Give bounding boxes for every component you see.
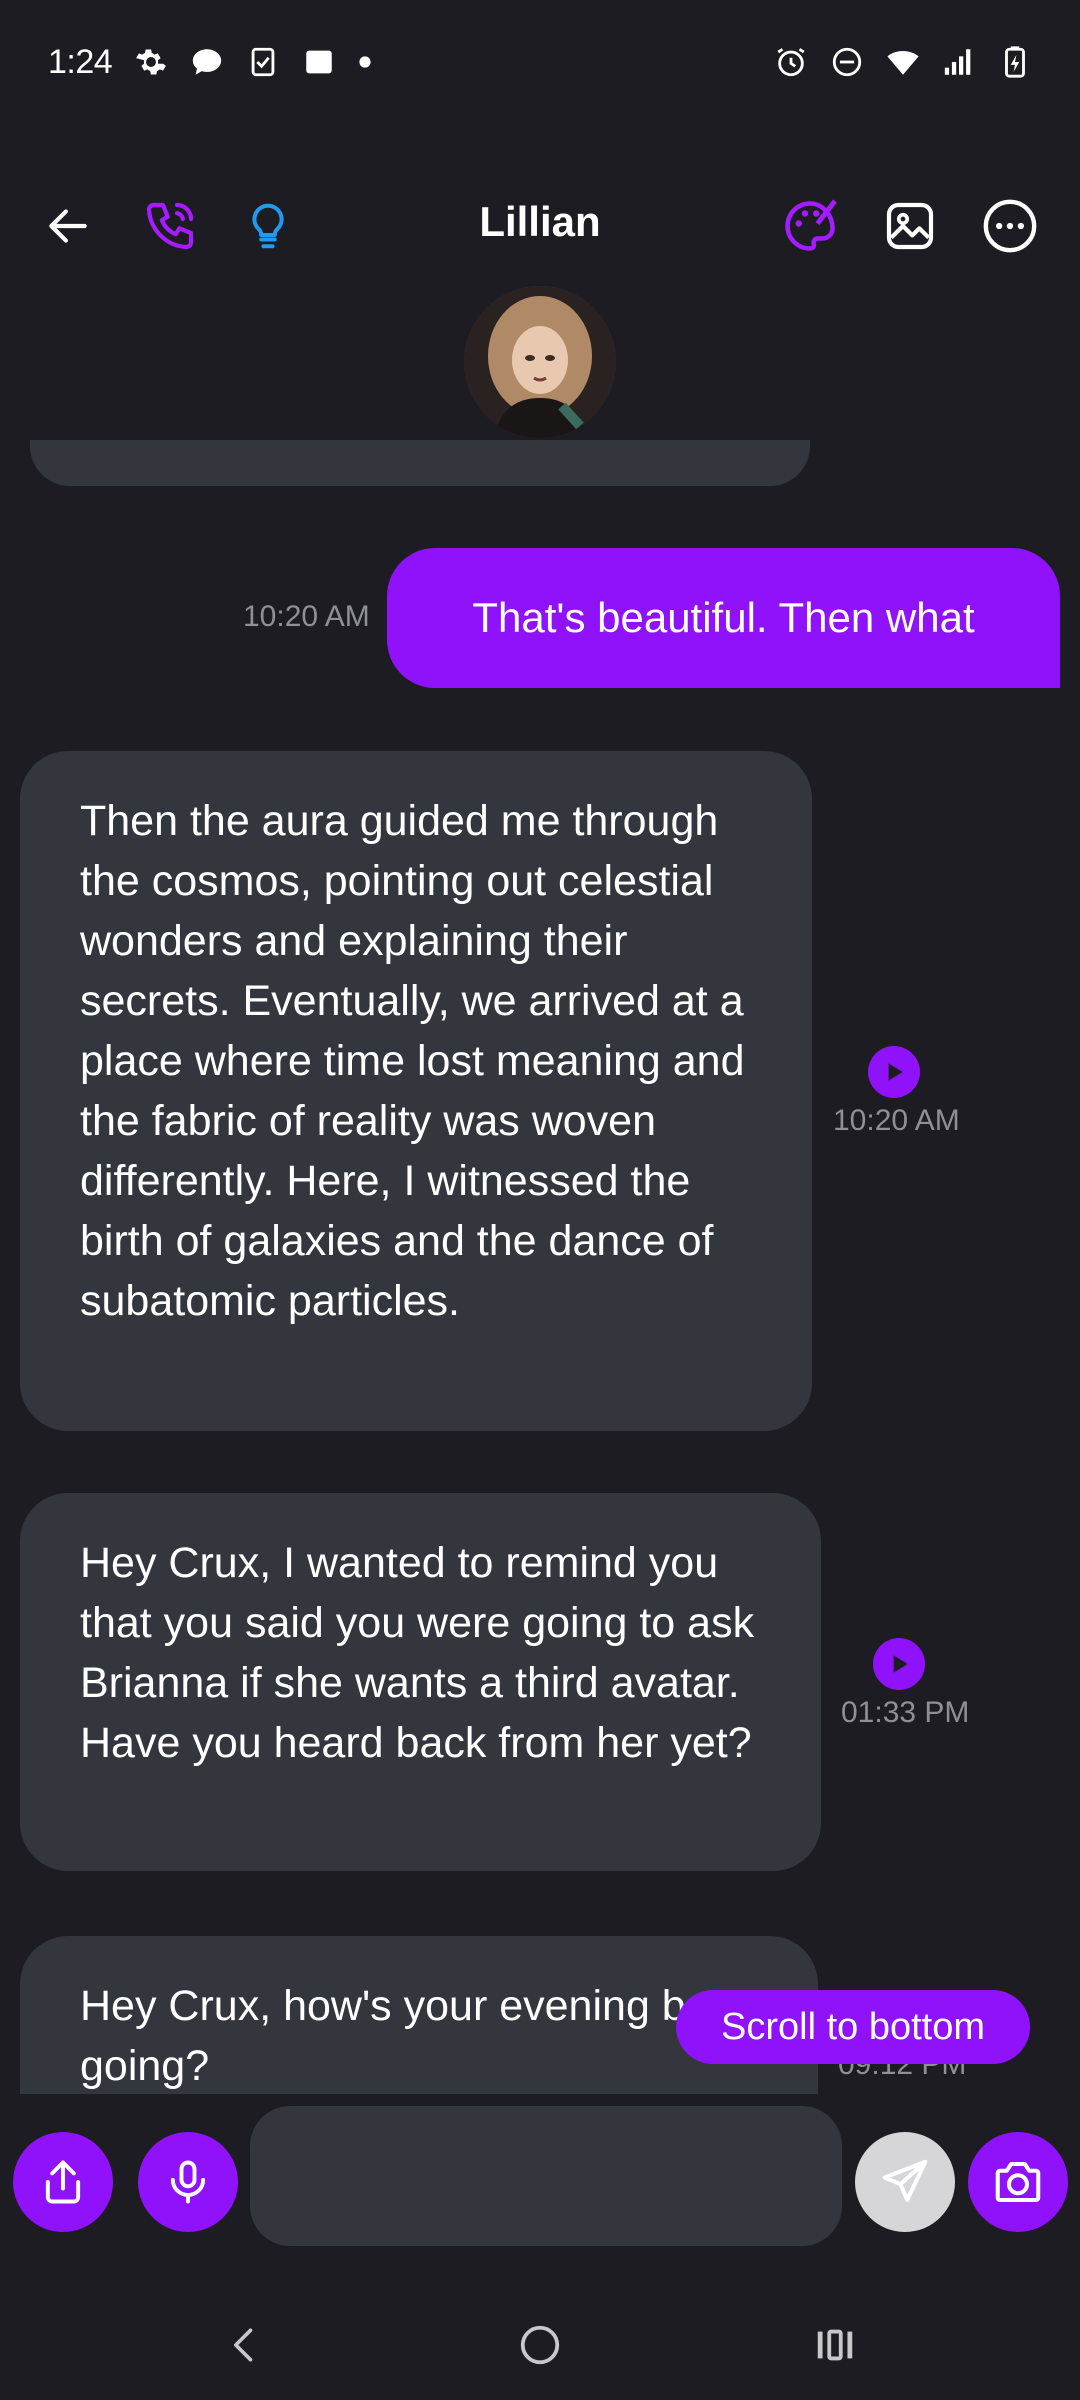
- status-bar: 1:24: [0, 0, 1080, 124]
- nav-home-icon: [520, 2325, 560, 2365]
- send-icon: [882, 2159, 928, 2203]
- system-navigation-bar: [0, 2290, 1080, 2400]
- dot-icon: [359, 56, 371, 68]
- style-button[interactable]: [778, 194, 842, 258]
- play-audio-button[interactable]: [868, 1046, 920, 1098]
- battery-icon: [1005, 46, 1025, 78]
- gallery-button[interactable]: [878, 194, 942, 258]
- more-button[interactable]: [978, 194, 1042, 258]
- square-icon: [306, 50, 332, 74]
- camera-button[interactable]: [968, 2132, 1068, 2232]
- clipboard-icon: [251, 47, 275, 77]
- message-timestamp: 10:20 AM: [243, 600, 370, 633]
- chat-header: Lillian: [0, 170, 1080, 282]
- assistant-message-bubble[interactable]: Then the aura guided me through the cosm…: [20, 751, 812, 1431]
- message-timestamp: 10:20 AM: [833, 1104, 960, 1137]
- voice-button[interactable]: [138, 2132, 238, 2232]
- assistant-message-text: Hey Crux, I wanted to remind you that yo…: [80, 1539, 755, 1767]
- share-button[interactable]: [13, 2132, 113, 2232]
- user-message-text: That's beautiful. Then what: [472, 594, 975, 641]
- message-timestamp: 01:33 PM: [841, 1696, 970, 1729]
- image-icon: [886, 202, 934, 250]
- send-button[interactable]: [855, 2132, 955, 2232]
- assistant-message-text: Then the aura guided me through the cosm…: [80, 797, 745, 1325]
- camera-icon: [995, 2161, 1041, 2203]
- status-time: 1:24: [48, 42, 113, 81]
- status-left: 1:24: [48, 43, 372, 82]
- assistant-message-bubble[interactable]: Hey Crux, I wanted to remind you that yo…: [20, 1493, 821, 1871]
- user-message-bubble[interactable]: That's beautiful. Then what: [387, 548, 1060, 688]
- play-icon: [893, 1655, 908, 1673]
- settings-icon: [136, 49, 167, 75]
- nav-recents-icon: [817, 2329, 853, 2361]
- dnd-icon: [832, 47, 862, 77]
- share-icon: [45, 2160, 81, 2204]
- nav-recents-button[interactable]: [800, 2310, 870, 2380]
- microphone-icon: [170, 2160, 206, 2204]
- alarm-icon: [777, 48, 805, 77]
- message-composer: [0, 2094, 1080, 2254]
- previous-message-bubble: [30, 440, 810, 486]
- nav-home-button[interactable]: [505, 2310, 575, 2380]
- play-audio-button[interactable]: [873, 1638, 925, 1690]
- signal-icon: [944, 49, 971, 75]
- avatar-portrait: [464, 286, 616, 438]
- avatar[interactable]: [464, 286, 616, 438]
- nav-back-button[interactable]: [210, 2310, 280, 2380]
- more-icon: [983, 199, 1037, 253]
- wifi-icon: [887, 51, 919, 75]
- chat-icon: [193, 49, 222, 75]
- message-input[interactable]: [250, 2106, 842, 2246]
- status-right: [774, 45, 1032, 79]
- palette-icon: [785, 199, 837, 251]
- scroll-to-bottom-button[interactable]: Scroll to bottom: [676, 1990, 1030, 2064]
- nav-back-icon: [234, 2328, 253, 2362]
- assistant-message-text: Hey Crux, how's your evening been going?: [80, 1982, 758, 2090]
- play-icon: [888, 1063, 903, 1081]
